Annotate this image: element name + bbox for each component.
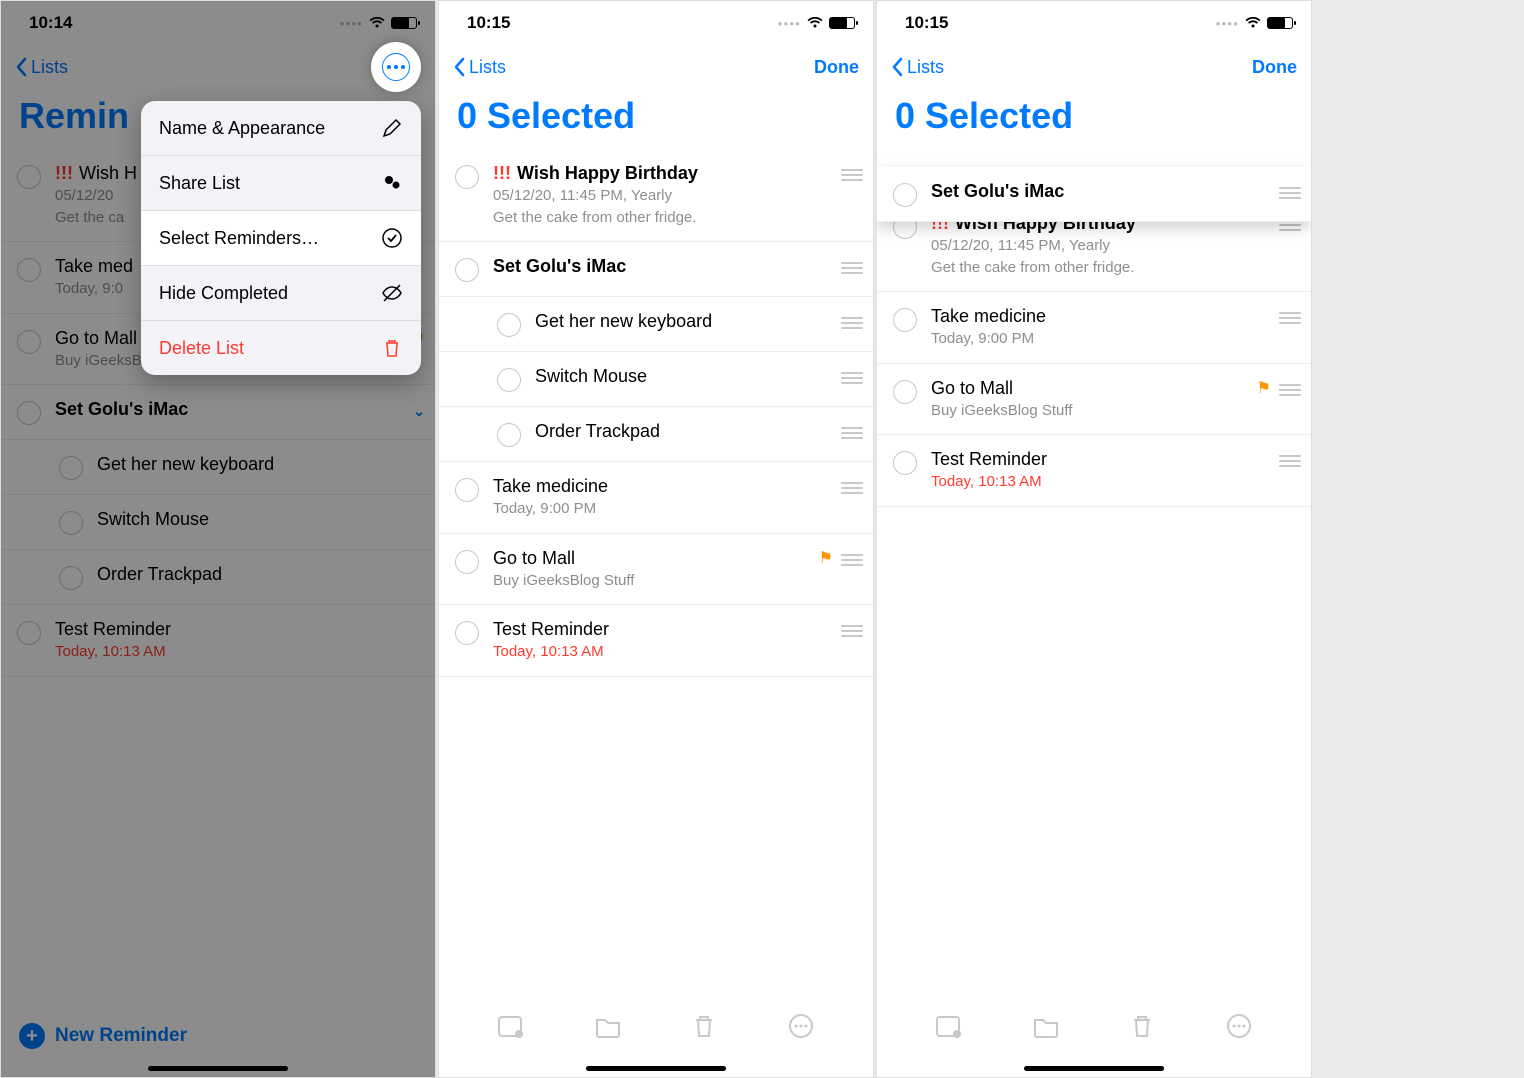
drag-handle-icon[interactable] [841,169,863,181]
reminder-row[interactable]: !!!Wish Happy Birthday 05/12/20, 11:45 P… [439,149,873,242]
reminder-row[interactable]: Take medicine Today, 9:00 PM [877,292,1311,364]
status-bar: 10:15 ●●●● [439,1,873,45]
menu-share-list[interactable]: Share List [141,156,421,211]
reminder-row[interactable]: Take medicine Today, 9:00 PM [439,462,873,534]
status-time: 10:15 [905,13,948,33]
battery-icon [1267,17,1293,29]
dragging-row[interactable]: Set Golu's iMac [877,167,1311,222]
drag-handle-icon[interactable] [841,554,863,566]
checkmark-circle-icon [381,227,403,249]
select-radio[interactable] [497,313,521,337]
drag-handle-icon[interactable] [1279,455,1301,467]
folder-icon[interactable] [594,1013,622,1039]
drag-handle-icon[interactable] [841,625,863,637]
reminder-row[interactable]: Test Reminder Today, 10:13 AM [877,435,1311,507]
flag-icon: ⚑ [1257,378,1271,398]
trash-icon[interactable] [690,1013,718,1039]
menu-hide-completed[interactable]: Hide Completed [141,266,421,321]
select-radio[interactable] [455,258,479,282]
reminder-row[interactable]: Go to Mall⚑ Buy iGeeksBlog Stuff [877,364,1311,436]
back-label: Lists [469,57,506,78]
cellular-dots-icon: ●●●● [1216,19,1239,28]
drag-handle-icon[interactable] [841,262,863,274]
done-button[interactable]: Done [814,57,859,78]
back-button[interactable]: Lists [891,57,944,78]
status-time: 10:15 [467,13,510,33]
calendar-icon[interactable] [497,1013,525,1039]
bottom-toolbar [877,1003,1311,1057]
screen-dragging: 10:15 ●●●● Lists Done 0 Selected Set Gol… [876,0,1312,1078]
select-radio[interactable] [893,308,917,332]
menu-name-appearance[interactable]: Name & Appearance [141,101,421,156]
drag-handle-icon[interactable] [1279,187,1301,199]
drag-handle-icon[interactable] [841,372,863,384]
menu-select-reminders[interactable]: Select Reminders… [141,211,421,266]
cellular-dots-icon: ●●●● [778,19,801,28]
screen-menu-open: 10:14 ●●●● Lists Remin !!!Wish H 05/12/2… [0,0,436,1078]
drag-handle-icon[interactable] [1279,384,1301,396]
reminder-row[interactable]: Order Trackpad [439,407,873,462]
more-icon[interactable] [1225,1013,1253,1039]
flag-icon: ⚑ [819,548,833,568]
chevron-left-icon [453,57,465,77]
folder-icon[interactable] [1032,1013,1060,1039]
more-icon[interactable] [787,1013,815,1039]
chevron-left-icon [891,57,903,77]
select-radio[interactable] [497,368,521,392]
page-title: 0 Selected [439,89,873,149]
drag-handle-icon[interactable] [841,482,863,494]
reminder-row[interactable]: Go to Mall⚑ Buy iGeeksBlog Stuff [439,534,873,606]
eye-slash-icon [381,282,403,304]
back-button[interactable]: Lists [453,57,506,78]
reminder-list: !!!Wish Happy Birthday 05/12/20, 11:45 P… [877,199,1311,507]
more-button[interactable] [371,42,421,92]
drag-handle-icon[interactable] [1279,312,1301,324]
reminder-row[interactable]: Set Golu's iMac [439,242,873,297]
select-radio[interactable] [497,423,521,447]
screen-select-mode: 10:15 ●●●● Lists Done 0 Selected !!!Wish… [438,0,874,1078]
share-people-icon [381,172,403,194]
bottom-toolbar [439,1003,873,1057]
reminder-row[interactable]: Switch Mouse [439,352,873,407]
drag-handle-icon[interactable] [841,427,863,439]
battery-icon [829,17,855,29]
select-radio[interactable] [893,183,917,207]
home-indicator[interactable] [586,1066,726,1071]
nav-bar: Lists Done [877,45,1311,89]
select-radio[interactable] [455,621,479,645]
done-button[interactable]: Done [1252,57,1297,78]
select-radio[interactable] [455,478,479,502]
trash-icon[interactable] [1128,1013,1156,1039]
menu-delete-list[interactable]: Delete List [141,321,421,375]
trash-icon [381,337,403,359]
status-bar: 10:15 ●●●● [877,1,1311,45]
nav-bar: Lists Done [439,45,873,89]
pencil-icon [381,117,403,139]
select-radio[interactable] [455,165,479,189]
home-indicator[interactable] [1024,1066,1164,1071]
select-radio[interactable] [893,451,917,475]
context-menu: Name & Appearance Share List Select Remi… [141,101,421,375]
page-title: 0 Selected [877,89,1311,149]
select-radio[interactable] [455,550,479,574]
wifi-icon [807,17,823,29]
drag-handle-icon[interactable] [841,317,863,329]
reminder-list: !!!Wish Happy Birthday 05/12/20, 11:45 P… [439,149,873,677]
reminder-row[interactable]: Test Reminder Today, 10:13 AM [439,605,873,677]
select-radio[interactable] [893,380,917,404]
calendar-icon[interactable] [935,1013,963,1039]
wifi-icon [1245,17,1261,29]
back-label: Lists [907,57,944,78]
reminder-row[interactable]: Get her new keyboard [439,297,873,352]
